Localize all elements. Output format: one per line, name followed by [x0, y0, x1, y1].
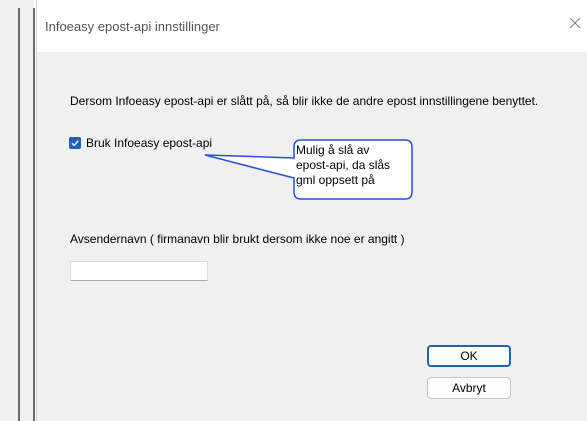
settings-dialog: Infoeasy epost-api innstillinger Dersom … [36, 0, 587, 421]
divider [33, 8, 35, 421]
use-api-checkbox[interactable] [69, 137, 81, 149]
use-api-label: Bruk Infoeasy epost-api [86, 136, 213, 150]
sender-name-label: Avsendernavn ( firmanavn blir brukt ders… [70, 232, 405, 246]
callout-line: Mulig å slå av [296, 143, 370, 157]
checkmark-icon [71, 140, 79, 147]
dialog-content: Dersom Infoeasy epost-api er slått på, s… [37, 52, 587, 421]
use-api-checkbox-row[interactable]: Bruk Infoeasy epost-api [69, 136, 212, 150]
callout-text: Mulig å slå av epost-api, da slås gml op… [296, 143, 416, 188]
title-bar: Infoeasy epost-api innstillinger [37, 0, 587, 52]
ok-button[interactable]: OK [427, 345, 511, 367]
divider [18, 8, 20, 421]
window-title: Infoeasy epost-api innstillinger [45, 19, 220, 34]
callout-line: epost-api, da slås [296, 158, 391, 172]
callout-line: gml oppsett på [296, 173, 375, 187]
info-text: Dersom Infoeasy epost-api er slått på, s… [70, 94, 539, 108]
background-window [0, 0, 34, 421]
cancel-button[interactable]: Avbryt [427, 377, 511, 399]
sender-name-input[interactable] [70, 261, 208, 281]
close-icon[interactable] [568, 16, 582, 30]
